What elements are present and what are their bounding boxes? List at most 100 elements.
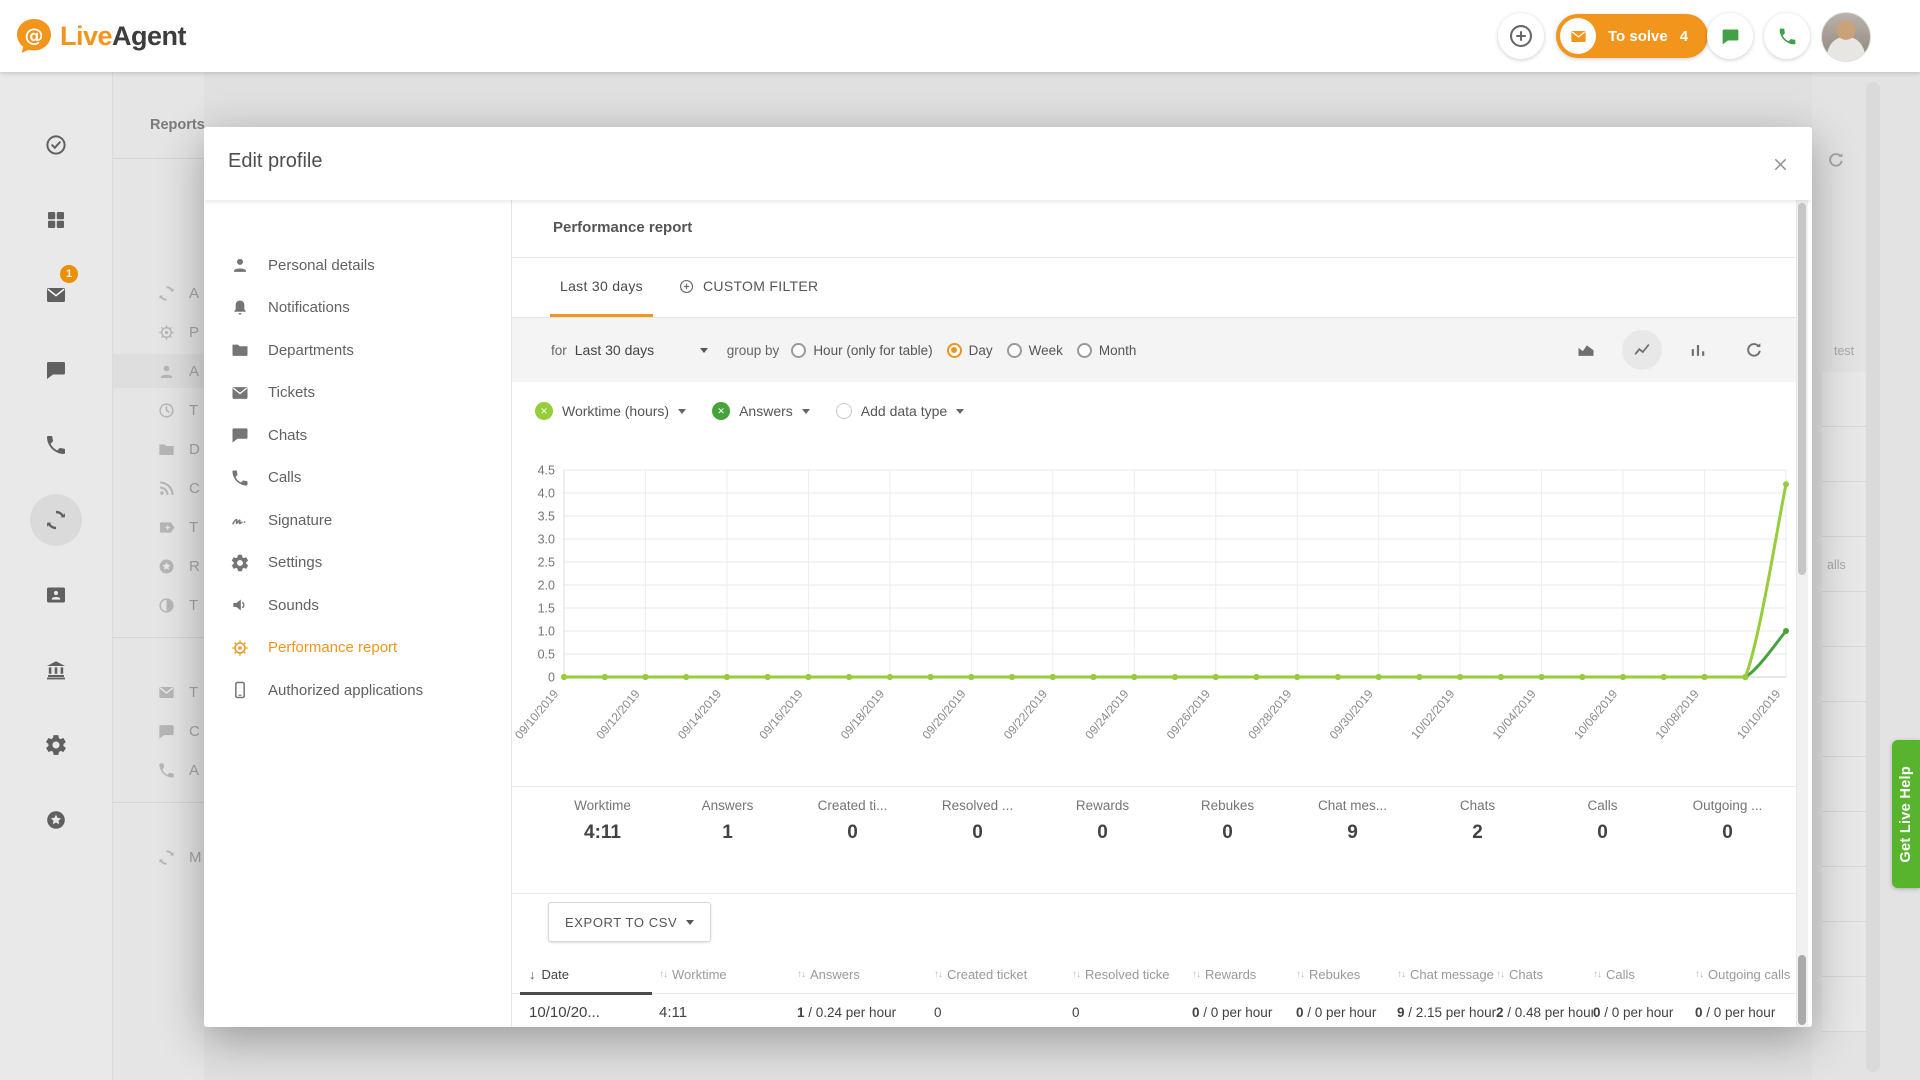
app: { "colors": {"orange": "#f2951d", "lime"…	[0, 0, 1920, 1080]
svg-text:2.5: 2.5	[538, 556, 555, 570]
groupby-option-month[interactable]: Month	[1077, 343, 1137, 358]
nav-item-label: Calls	[268, 469, 301, 486]
remove-series-icon[interactable]: ✕	[535, 402, 553, 420]
table-cell: 1 / 0.24 per hour	[797, 1005, 934, 1020]
modal-nav-tickets[interactable]: Tickets	[204, 372, 511, 415]
legend-chip-add-data-type[interactable]: Add data type	[836, 403, 964, 419]
sort-icon: ↑↓	[1192, 969, 1200, 980]
column-header-worktime[interactable]: ↑↓Worktime	[659, 967, 797, 982]
tab-last-30-days[interactable]: Last 30 days	[550, 258, 653, 317]
modal-nav-performance-report[interactable]: Performance report	[204, 627, 511, 670]
scrollbar-thumb[interactable]	[1798, 203, 1806, 575]
svg-text:09/12/2019: 09/12/2019	[593, 687, 643, 742]
calls-button[interactable]	[1764, 13, 1810, 59]
logo-bubble-icon: @	[14, 16, 54, 56]
chevron-down-icon	[956, 409, 964, 414]
sort-desc-icon: ↓	[529, 967, 536, 982]
area-chart-button[interactable]	[1566, 330, 1606, 370]
legend-chip-worktime-hours[interactable]: ✕Worktime (hours)	[535, 402, 686, 420]
add-button[interactable]	[1498, 13, 1544, 59]
tab-custom-filter[interactable]: CUSTOM FILTER	[668, 258, 828, 317]
modal-nav-sounds[interactable]: Sounds	[204, 584, 511, 627]
svg-text:10/06/2019: 10/06/2019	[1571, 687, 1621, 742]
folder-icon	[230, 340, 250, 360]
sort-icon: ↑↓	[797, 969, 805, 980]
svg-text:10/10/2019: 10/10/2019	[1734, 687, 1784, 742]
groupby-option-week[interactable]: Week	[1007, 343, 1063, 358]
column-label: Answers	[810, 967, 860, 982]
modal-nav-notifications[interactable]: Notifications	[204, 287, 511, 330]
modal-nav-authorized-applications[interactable]: Authorized applications	[204, 669, 511, 712]
get-live-help-tab[interactable]: Get Live Help	[1892, 740, 1920, 888]
table-cell: 0 / 0 per hour	[1296, 1005, 1397, 1020]
modal-nav-calls[interactable]: Calls	[204, 457, 511, 500]
top-bar: @ LiveAgent To solve 4	[0, 0, 1920, 72]
svg-text:09/20/2019: 09/20/2019	[919, 687, 969, 742]
groupby-option-day[interactable]: Day	[947, 343, 993, 358]
svg-text:@: @	[25, 25, 44, 47]
sort-icon: ↑↓	[1593, 969, 1601, 980]
stat-label: Rebukes	[1165, 798, 1290, 813]
radio-option-label: Week	[1029, 343, 1063, 358]
avatar[interactable]	[1821, 12, 1871, 62]
speaker-icon	[230, 595, 250, 615]
bell-icon	[230, 298, 250, 318]
divider	[512, 786, 1800, 787]
stat-value: 0	[1165, 822, 1290, 844]
radio-option-label: Month	[1099, 343, 1137, 358]
column-header-chats[interactable]: ↑↓Chats	[1496, 967, 1593, 982]
chevron-down-icon	[686, 920, 694, 925]
radio-icon	[791, 343, 806, 358]
radio-icon	[1077, 343, 1092, 358]
remove-series-icon[interactable]: ✕	[712, 402, 730, 420]
table-cell: 0	[1072, 1005, 1192, 1020]
modal-nav-chats[interactable]: Chats	[204, 414, 511, 457]
brand-text: LiveAgent	[60, 21, 186, 52]
export-label: EXPORT TO CSV	[565, 915, 677, 930]
groupby-options: Hour (only for table) Day Week Month	[791, 343, 1150, 358]
table-cell: 0 / 0 per hour	[1593, 1005, 1695, 1020]
gear-icon	[230, 553, 250, 573]
legend-chip-answers[interactable]: ✕Answers	[712, 402, 810, 420]
plus-icon	[1508, 23, 1534, 49]
liveagent-logo[interactable]: @ LiveAgent	[14, 16, 186, 56]
table-row[interactable]: 10/10/20...4:111 / 0.24 per hour000 / 0 …	[520, 994, 1794, 1027]
groupby-option-hour-only-for-table[interactable]: Hour (only for table)	[791, 343, 932, 358]
close-button[interactable]	[1766, 150, 1794, 178]
add-series-icon	[836, 403, 852, 419]
modal-nav-settings[interactable]: Settings	[204, 542, 511, 585]
svg-text:4.5: 4.5	[538, 464, 555, 478]
column-header-rewards[interactable]: ↑↓Rewards	[1192, 967, 1296, 982]
column-header-calls[interactable]: ↑↓Calls	[1593, 967, 1695, 982]
radio-icon	[1007, 343, 1022, 358]
scrollbar-thumb[interactable]	[1798, 955, 1806, 1025]
stat-label: Rewards	[1040, 798, 1165, 813]
column-header-date[interactable]: ↓Date	[520, 967, 659, 982]
column-header-created-ticket[interactable]: ↑↓Created ticket	[934, 967, 1072, 982]
modal-nav-signature[interactable]: Signature	[204, 499, 511, 542]
stat-value: 0	[790, 822, 915, 844]
range-dropdown[interactable]: Last 30 days	[575, 342, 708, 358]
column-header-answers[interactable]: ↑↓ Answers	[797, 967, 934, 982]
column-header-resolved-ticke[interactable]: ↑↓Resolved ticke	[1072, 967, 1192, 982]
nav-item-label: Performance report	[268, 639, 397, 656]
modal-nav-personal-details[interactable]: Personal details	[204, 244, 511, 287]
chats-button[interactable]	[1707, 13, 1753, 59]
line-chart-button[interactable]	[1622, 330, 1662, 370]
person-icon	[230, 255, 250, 275]
stat-calls: Calls0	[1540, 798, 1665, 844]
refresh-button[interactable]	[1734, 330, 1774, 370]
to-solve-button[interactable]: To solve 4	[1556, 14, 1708, 58]
bar-chart-button[interactable]	[1678, 330, 1718, 370]
column-header-chat-message[interactable]: ↑↓Chat message	[1397, 967, 1496, 982]
svg-text:09/28/2019: 09/28/2019	[1245, 687, 1295, 742]
stat-chat-mes: Chat mes...9	[1290, 798, 1415, 844]
performance-chart[interactable]: 00.51.01.52.02.53.03.54.04.509/10/201909…	[512, 440, 1800, 770]
column-header-outgoing-calls[interactable]: ↑↓Outgoing calls	[1695, 967, 1794, 982]
modal-title: Edit profile	[228, 150, 323, 173]
column-header-rebukes[interactable]: ↑↓Rebukes	[1296, 967, 1397, 982]
modal-nav-departments[interactable]: Departments	[204, 329, 511, 372]
to-solve-label: To solve	[1608, 28, 1668, 45]
table-cell: 4:11	[659, 1004, 797, 1021]
export-to-csv-button[interactable]: EXPORT TO CSV	[548, 902, 711, 942]
